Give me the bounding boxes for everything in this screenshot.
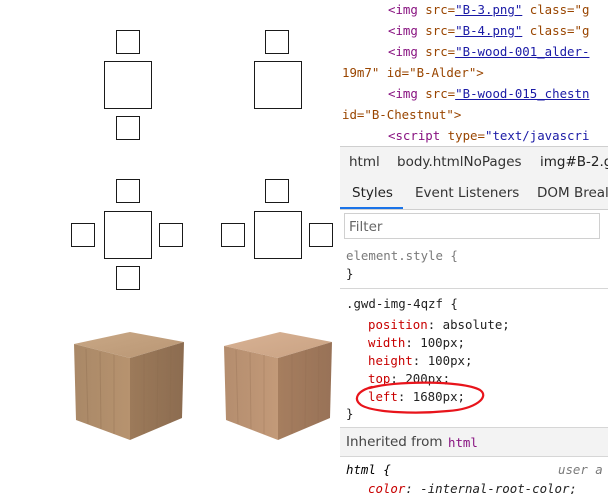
source-link[interactable]: "B-4.png" xyxy=(455,23,522,38)
filter-input[interactable]: Filter xyxy=(344,213,600,239)
small-square xyxy=(116,266,140,290)
source-line[interactable]: id="B-Chestnut"> xyxy=(342,107,461,122)
inherited-header: Inherited from html xyxy=(340,428,608,457)
divider xyxy=(340,288,608,289)
source-line[interactable]: 19m7" id="B-Alder"> xyxy=(342,65,484,80)
canvas-area xyxy=(0,0,340,494)
tab-dom-breakpoints[interactable]: DOM Breal xyxy=(537,185,608,201)
red-circle-annotation xyxy=(355,381,485,414)
source-link[interactable]: "B-wood-015_chestn xyxy=(455,86,589,101)
large-square xyxy=(254,211,302,259)
sidebar-tabs: Styles Event Listeners DOM Breal xyxy=(340,177,608,210)
source-line[interactable]: <img src="B-4.png" class="g xyxy=(388,23,589,38)
active-tab-indicator xyxy=(340,207,403,209)
source-link[interactable]: "B-3.png" xyxy=(455,2,522,17)
breadcrumb-item[interactable]: html xyxy=(349,154,380,170)
html-rule-selector[interactable]: html { xyxy=(346,462,391,477)
small-square xyxy=(71,223,95,247)
small-square xyxy=(265,179,289,203)
small-square xyxy=(265,30,289,54)
alder-cube[interactable] xyxy=(66,322,190,446)
user-agent-source: user a xyxy=(558,462,603,477)
source-link[interactable]: "B-wood-001_alder- xyxy=(455,44,589,59)
breadcrumb-item[interactable]: body.htmlNoPages xyxy=(397,154,522,170)
chestnut-cube[interactable] xyxy=(218,322,342,446)
css-property[interactable]: width: 100px; xyxy=(368,335,465,350)
breadcrumb: html body.htmlNoPages img#B-2.g xyxy=(340,146,608,178)
small-square xyxy=(159,223,183,247)
rule-close: } xyxy=(346,266,354,281)
element-style-selector[interactable]: element.style { xyxy=(346,248,458,263)
devtools-panel: <img src="B-3.png" class="g <img src="B-… xyxy=(340,0,608,494)
rule-selector[interactable]: .gwd-img-4qzf { xyxy=(346,296,458,311)
css-property[interactable]: color: -internal-root-color; xyxy=(368,481,577,494)
tab-styles[interactable]: Styles xyxy=(352,185,393,201)
large-square xyxy=(254,61,302,109)
inherited-link[interactable]: html xyxy=(448,435,478,450)
filter-placeholder: Filter xyxy=(349,219,383,235)
small-square xyxy=(221,223,245,247)
small-square xyxy=(116,30,140,54)
css-property[interactable]: position: absolute; xyxy=(368,317,510,332)
source-line[interactable]: <img src="B-wood-001_alder- xyxy=(388,44,589,59)
source-line[interactable]: <img src="B-3.png" class="g xyxy=(388,2,589,17)
breadcrumb-item[interactable]: img#B-2.g xyxy=(540,154,608,170)
tab-event-listeners[interactable]: Event Listeners xyxy=(415,185,519,201)
small-square xyxy=(116,116,140,140)
large-square xyxy=(104,61,152,109)
source-line[interactable]: <script type="text/javascri xyxy=(388,128,589,143)
small-square xyxy=(309,223,333,247)
css-property[interactable]: height: 100px; xyxy=(368,353,472,368)
source-line[interactable]: <img src="B-wood-015_chestn xyxy=(388,86,589,101)
large-square xyxy=(104,211,152,259)
small-square xyxy=(116,179,140,203)
